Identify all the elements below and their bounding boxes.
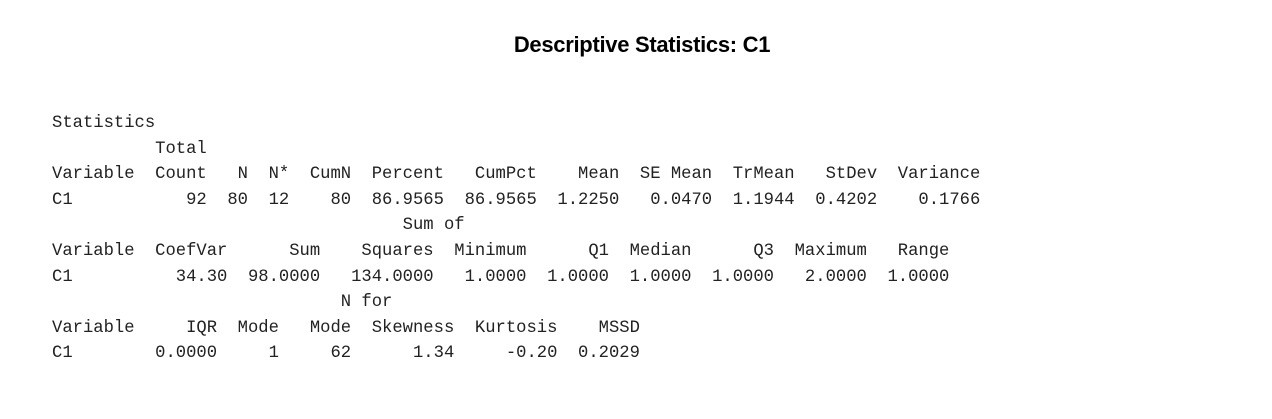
section-label: Statistics	[52, 114, 156, 133]
table-1-header-top: Total	[52, 139, 207, 159]
statistics-output: Statistics Total Variable Count N N* CumN…	[52, 111, 980, 367]
table-2-header-top: Sum of	[52, 216, 465, 236]
table-3-row-c1: C1 0.0000 1 62 1.34 -0.20 0.2029	[52, 344, 640, 364]
page-title: Descriptive Statistics: C1	[513, 32, 771, 57]
table-1-row-c1: C1 92 80 12 80 86.9565 86.9565 1.2250 0.…	[52, 190, 981, 210]
table-2-header: Variable CoefVar Sum Squares Minimum Q1 …	[52, 241, 950, 261]
table-2-row-c1: C1 34.30 98.0000 134.0000 1.0000 1.0000 …	[52, 267, 950, 287]
table-3-header-top: N for	[52, 293, 393, 313]
table-1-header: Variable Count N N* CumN Percent CumPct …	[52, 165, 981, 185]
table-3-header: Variable IQR Mode Mode Skewness Kurtosis…	[52, 318, 640, 338]
